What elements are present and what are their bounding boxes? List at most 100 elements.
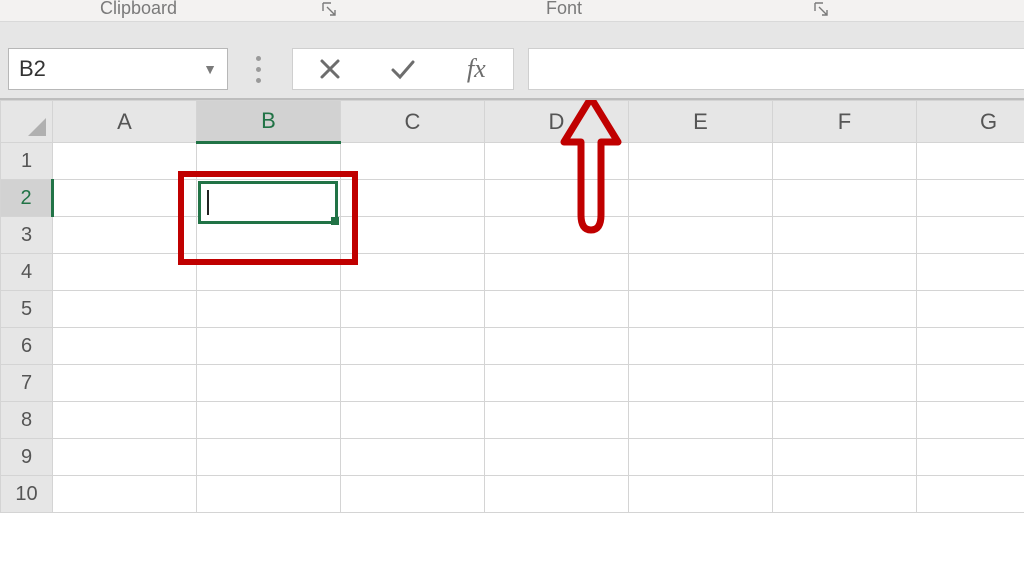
cell-G1[interactable] xyxy=(917,143,1024,180)
column-header-D[interactable]: D xyxy=(485,101,629,143)
cancel-formula-button[interactable] xyxy=(300,49,360,89)
cell-G5[interactable] xyxy=(917,291,1024,328)
insert-function-button[interactable]: fx xyxy=(446,49,506,89)
column-header-G[interactable]: G xyxy=(917,101,1024,143)
cell-G7[interactable] xyxy=(917,365,1024,402)
cell-A9[interactable] xyxy=(53,439,197,476)
cell-G2[interactable] xyxy=(917,180,1024,217)
cell-A7[interactable] xyxy=(53,365,197,402)
cell-A8[interactable] xyxy=(53,402,197,439)
cell-C3[interactable] xyxy=(341,217,485,254)
cell-D10[interactable] xyxy=(485,476,629,513)
cell-D6[interactable] xyxy=(485,328,629,365)
cell-G8[interactable] xyxy=(917,402,1024,439)
cell-B2[interactable] xyxy=(197,180,341,217)
spreadsheet-grid[interactable]: ABCDEFG 12345678910 xyxy=(0,100,1024,578)
cell-E8[interactable] xyxy=(629,402,773,439)
cell-E9[interactable] xyxy=(629,439,773,476)
cell-B5[interactable] xyxy=(197,291,341,328)
cell-G9[interactable] xyxy=(917,439,1024,476)
cell-E2[interactable] xyxy=(629,180,773,217)
row-header-7[interactable]: 7 xyxy=(1,365,53,402)
cell-C4[interactable] xyxy=(341,254,485,291)
column-header-A[interactable]: A xyxy=(53,101,197,143)
clipboard-dialog-launcher-icon[interactable] xyxy=(322,2,336,16)
cell-B6[interactable] xyxy=(197,328,341,365)
cell-E6[interactable] xyxy=(629,328,773,365)
cell-E5[interactable] xyxy=(629,291,773,328)
cell-E1[interactable] xyxy=(629,143,773,180)
cell-A3[interactable] xyxy=(53,217,197,254)
cell-E3[interactable] xyxy=(629,217,773,254)
ribbon-strip: Clipboard Font xyxy=(0,0,1024,22)
cell-G10[interactable] xyxy=(917,476,1024,513)
cell-B4[interactable] xyxy=(197,254,341,291)
cell-D7[interactable] xyxy=(485,365,629,402)
cell-G4[interactable] xyxy=(917,254,1024,291)
row-header-9[interactable]: 9 xyxy=(1,439,53,476)
column-header-B[interactable]: B xyxy=(197,101,341,143)
cell-D1[interactable] xyxy=(485,143,629,180)
cell-C1[interactable] xyxy=(341,143,485,180)
column-header-F[interactable]: F xyxy=(773,101,917,143)
cell-E4[interactable] xyxy=(629,254,773,291)
cell-B7[interactable] xyxy=(197,365,341,402)
cell-F1[interactable] xyxy=(773,143,917,180)
cell-D3[interactable] xyxy=(485,217,629,254)
cell-F10[interactable] xyxy=(773,476,917,513)
cell-B1[interactable] xyxy=(197,143,341,180)
name-box-dropdown-icon[interactable]: ▼ xyxy=(203,61,217,77)
row-header-6[interactable]: 6 xyxy=(1,328,53,365)
column-header-C[interactable]: C xyxy=(341,101,485,143)
cell-F9[interactable] xyxy=(773,439,917,476)
cell-C10[interactable] xyxy=(341,476,485,513)
row-header-2[interactable]: 2 xyxy=(1,180,53,217)
column-header-E[interactable]: E xyxy=(629,101,773,143)
row-header-5[interactable]: 5 xyxy=(1,291,53,328)
fx-label: fx xyxy=(467,54,486,84)
cell-A1[interactable] xyxy=(53,143,197,180)
name-box[interactable]: B2 ▼ xyxy=(8,48,228,90)
cell-D2[interactable] xyxy=(485,180,629,217)
cell-B10[interactable] xyxy=(197,476,341,513)
formula-bar-input[interactable] xyxy=(528,48,1024,90)
cell-C6[interactable] xyxy=(341,328,485,365)
cell-G3[interactable] xyxy=(917,217,1024,254)
cell-F2[interactable] xyxy=(773,180,917,217)
cell-A6[interactable] xyxy=(53,328,197,365)
cell-A4[interactable] xyxy=(53,254,197,291)
cell-E10[interactable] xyxy=(629,476,773,513)
cell-F6[interactable] xyxy=(773,328,917,365)
cell-D5[interactable] xyxy=(485,291,629,328)
cell-F3[interactable] xyxy=(773,217,917,254)
cell-F8[interactable] xyxy=(773,402,917,439)
cell-D9[interactable] xyxy=(485,439,629,476)
row-header-8[interactable]: 8 xyxy=(1,402,53,439)
cell-E7[interactable] xyxy=(629,365,773,402)
row-header-4[interactable]: 4 xyxy=(1,254,53,291)
select-all-corner[interactable] xyxy=(1,101,53,143)
row-header-10[interactable]: 10 xyxy=(1,476,53,513)
row-header-3[interactable]: 3 xyxy=(1,217,53,254)
cell-A5[interactable] xyxy=(53,291,197,328)
cell-C8[interactable] xyxy=(341,402,485,439)
enter-formula-button[interactable] xyxy=(373,49,433,89)
cell-B8[interactable] xyxy=(197,402,341,439)
name-box-value: B2 xyxy=(19,56,46,82)
cell-G6[interactable] xyxy=(917,328,1024,365)
cell-C9[interactable] xyxy=(341,439,485,476)
font-dialog-launcher-icon[interactable] xyxy=(814,2,828,16)
cell-C7[interactable] xyxy=(341,365,485,402)
cell-F4[interactable] xyxy=(773,254,917,291)
cell-C2[interactable] xyxy=(341,180,485,217)
cell-B9[interactable] xyxy=(197,439,341,476)
cell-C5[interactable] xyxy=(341,291,485,328)
cell-A2[interactable] xyxy=(53,180,197,217)
cell-D4[interactable] xyxy=(485,254,629,291)
cell-A10[interactable] xyxy=(53,476,197,513)
cell-F5[interactable] xyxy=(773,291,917,328)
row-header-1[interactable]: 1 xyxy=(1,143,53,180)
cell-B3[interactable] xyxy=(197,217,341,254)
cell-D8[interactable] xyxy=(485,402,629,439)
cell-F7[interactable] xyxy=(773,365,917,402)
